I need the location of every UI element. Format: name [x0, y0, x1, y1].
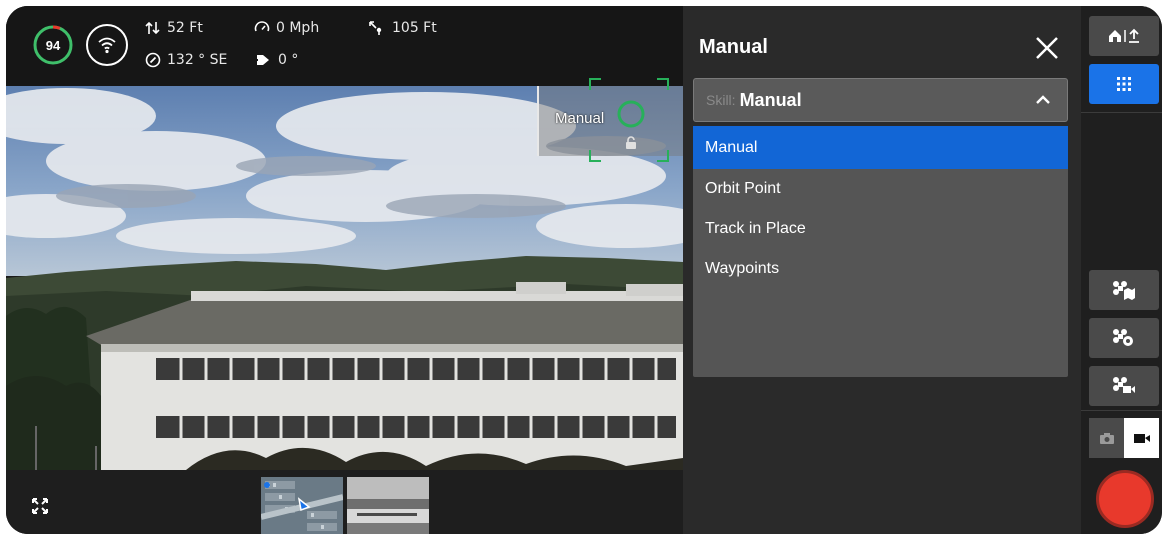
- distance-value: 105 Ft: [392, 20, 437, 36]
- tracking-bracket-tr: [657, 78, 669, 90]
- rail-divider-top: [1081, 112, 1162, 113]
- right-toolbar: [1081, 6, 1162, 534]
- telemetry-bar: 94 52 Ft 0 Mph 105 Ft 132 ° SE 0 °: [6, 6, 683, 86]
- drone-settings-button[interactable]: [1089, 318, 1159, 358]
- distance-readout: 105 Ft: [368, 20, 437, 36]
- tracking-overlay[interactable]: Manual: [537, 78, 683, 162]
- rail-divider-bottom: [1081, 410, 1162, 411]
- drone-settings-icon: [1113, 329, 1133, 346]
- skill-panel: Manual Skill: Manual Manual Orbit Point …: [683, 6, 1081, 534]
- tracking-bracket-bl: [589, 150, 601, 162]
- wifi-signal-icon[interactable]: [86, 24, 128, 66]
- skill-dropdown-value: Manual: [739, 89, 802, 110]
- skill-dropdown-prefix: Skill:: [706, 92, 736, 108]
- tracking-mode-label: Manual: [555, 110, 605, 127]
- grid-icon: [1117, 77, 1131, 91]
- app-window: 94 52 Ft 0 Mph 105 Ft 132 ° SE 0 ° Manua…: [6, 6, 1162, 534]
- gimbal-value: 0 °: [278, 52, 299, 68]
- gimbal-readout: 0 °: [254, 52, 298, 68]
- drone-camera-icon: [1113, 377, 1135, 393]
- photo-mode-button[interactable]: [1089, 418, 1124, 458]
- compass-icon: [145, 52, 161, 68]
- photo-camera-icon: [1099, 433, 1114, 444]
- skill-option-track-in-place[interactable]: Track in Place: [693, 209, 1068, 249]
- close-icon: [1036, 37, 1058, 59]
- home-upload-button[interactable]: [1089, 16, 1159, 56]
- close-button[interactable]: [1033, 34, 1061, 62]
- drone-map-button[interactable]: [1089, 270, 1159, 310]
- tracking-bracket-br: [657, 150, 669, 162]
- tracking-bracket-tl: [589, 78, 601, 90]
- target-ring-icon: [617, 100, 645, 128]
- distance-icon: [369, 21, 382, 35]
- gimbal-icon: [254, 55, 269, 65]
- home-upload-icon: [1109, 28, 1139, 43]
- altitude-value: 52 Ft: [167, 20, 203, 36]
- altitude-readout: 52 Ft: [145, 20, 203, 36]
- video-mode-button[interactable]: [1124, 418, 1159, 458]
- drone-camera-button[interactable]: [1089, 366, 1159, 406]
- heading-value: 132 ° SE: [167, 52, 228, 68]
- skill-dropdown[interactable]: Skill: Manual: [693, 78, 1068, 122]
- lock-icon: [626, 136, 636, 149]
- battery-percent: 94: [45, 37, 61, 53]
- skill-option-waypoints[interactable]: Waypoints: [693, 249, 1068, 289]
- drone-map-icon: [1113, 281, 1135, 300]
- camera-view[interactable]: 94 52 Ft 0 Mph 105 Ft 132 ° SE 0 ° Manua…: [6, 6, 683, 534]
- speed-readout: 0 Mph: [254, 20, 319, 36]
- video-camera-icon: [1133, 434, 1150, 443]
- battery-gauge: 94: [32, 24, 74, 66]
- speedometer-icon: [254, 21, 270, 32]
- chevron-up-icon: [1036, 95, 1050, 104]
- skill-option-orbit-point[interactable]: Orbit Point: [693, 169, 1068, 209]
- capture-mode-toggle[interactable]: [1089, 418, 1159, 458]
- map-thumbnail[interactable]: [261, 477, 343, 534]
- skill-option-manual[interactable]: Manual: [693, 126, 1068, 169]
- fullscreen-expand-icon[interactable]: [30, 496, 50, 516]
- skills-grid-button[interactable]: [1089, 64, 1159, 104]
- thermal-thumbnail[interactable]: [347, 477, 429, 534]
- panel-title: Manual: [699, 36, 768, 58]
- speed-value: 0 Mph: [276, 20, 320, 36]
- skill-option-list: Manual Orbit Point Track in Place Waypoi…: [693, 126, 1068, 377]
- altitude-icon: [145, 21, 160, 35]
- bottom-bar: [6, 470, 683, 534]
- heading-readout: 132 ° SE: [145, 52, 227, 68]
- record-button[interactable]: [1096, 470, 1154, 528]
